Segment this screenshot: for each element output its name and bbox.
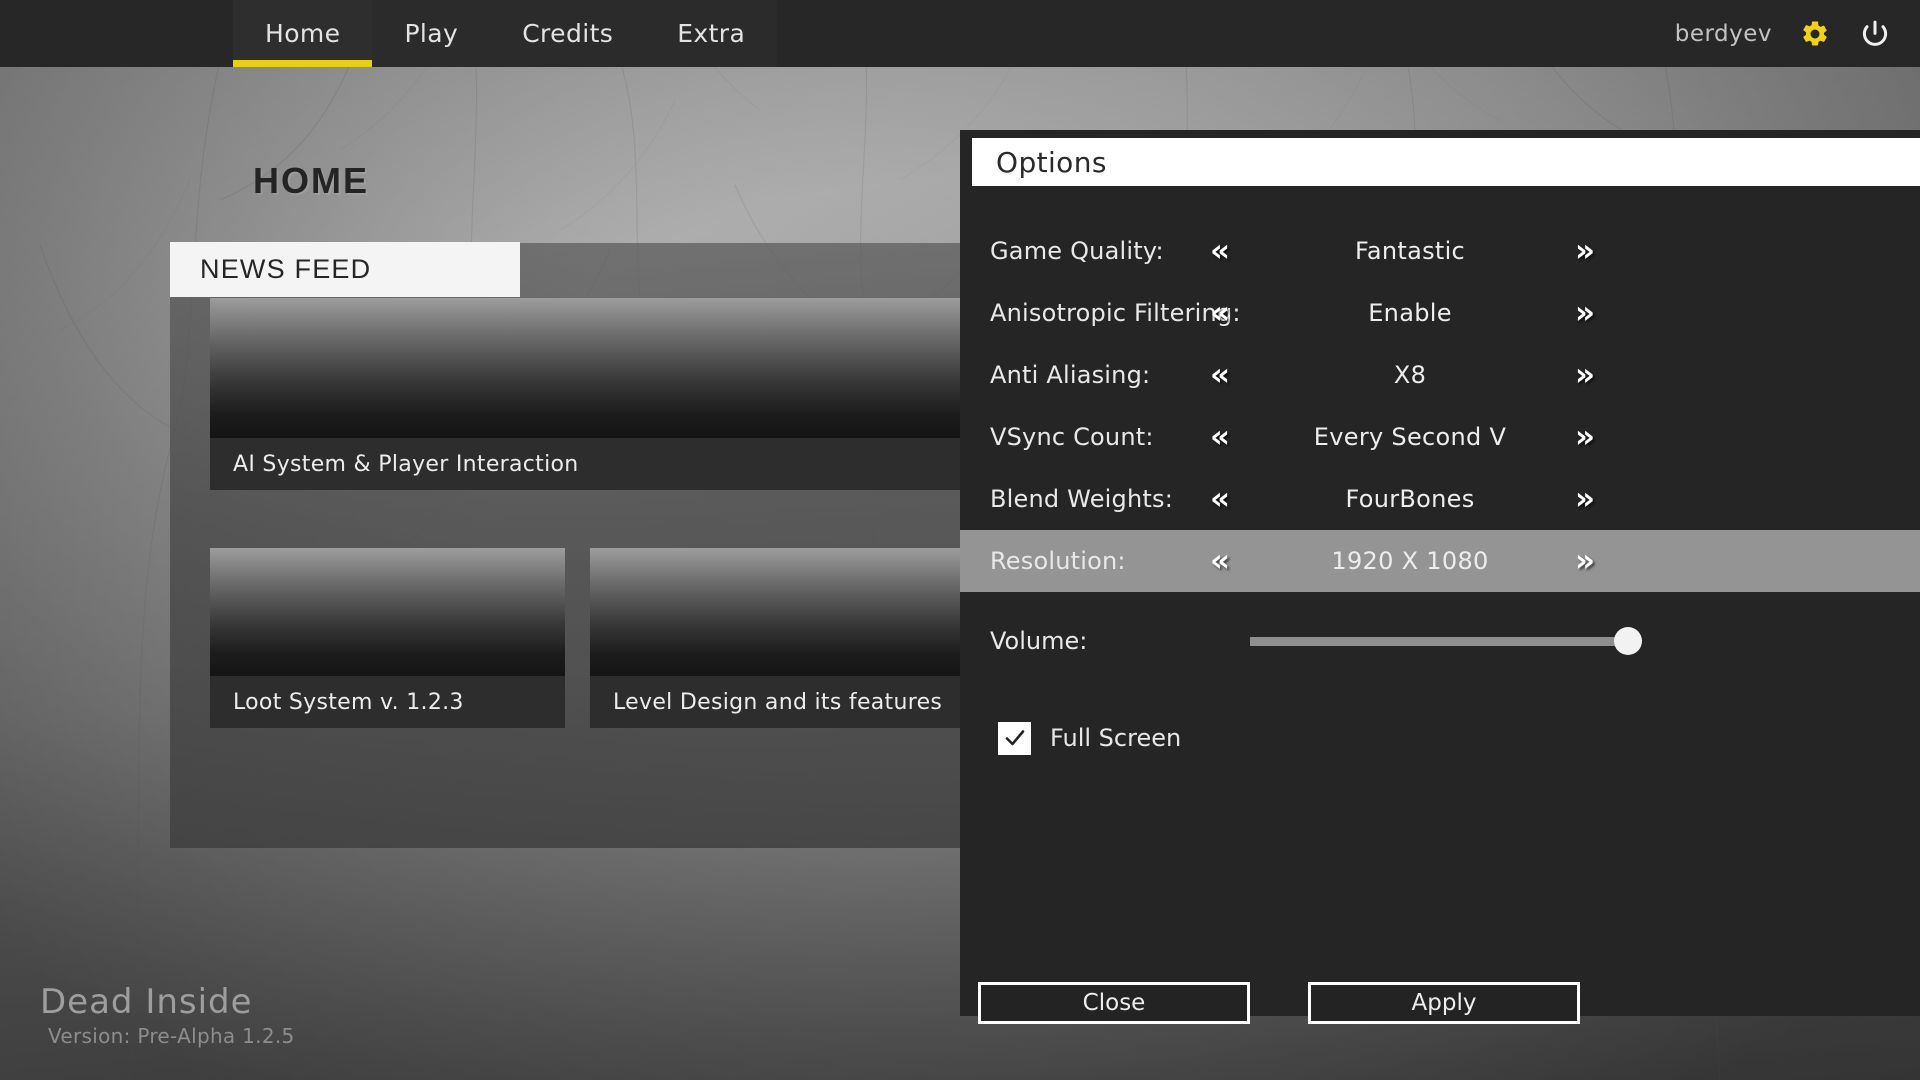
volume-label: Volume: — [990, 627, 1088, 655]
news-card-featured[interactable]: AI System & Player Interaction — [210, 298, 970, 490]
news-thumbnail — [210, 548, 565, 676]
chevron-right-icon[interactable]: » — [1575, 297, 1595, 329]
option-value: X8 — [1393, 361, 1427, 389]
volume-row: Volume: — [960, 610, 1920, 672]
topbar-user-controls: berdyev — [1675, 0, 1892, 67]
option-label: Blend Weights: — [990, 485, 1173, 513]
options-rows-container: Game Quality: «Fantastic» Anisotropic Filt… — [960, 220, 1920, 758]
chevron-right-icon[interactable]: » — [1575, 545, 1595, 577]
chevron-left-icon[interactable]: « — [1210, 297, 1230, 329]
news-thumbnail — [590, 548, 970, 676]
nav-tab-credits[interactable]: Credits — [490, 0, 645, 67]
volume-slider-handle[interactable] — [1614, 627, 1642, 655]
game-branding: Dead Inside Version: Pre-Alpha 1.2.5 — [40, 982, 295, 1048]
nav-tab-play[interactable]: Play — [372, 0, 490, 67]
apply-button-label: Apply — [1411, 990, 1477, 1016]
option-row-anisotropic-filtering[interactable]: Anisotropic Filtering: « Enable » — [960, 282, 1920, 344]
option-label: Game Quality: — [990, 237, 1164, 265]
game-title: Dead Inside — [40, 982, 253, 1022]
fullscreen-label: Full Screen — [1050, 724, 1182, 752]
option-value: Every Second V — [1313, 423, 1507, 451]
chevron-left-icon[interactable]: « — [1210, 421, 1230, 453]
chevron-right-icon[interactable]: » — [1575, 483, 1595, 515]
option-label: Resolution: — [990, 547, 1126, 575]
option-value: 1920 X 1080 — [1331, 547, 1489, 575]
close-button[interactable]: Close — [978, 982, 1250, 1024]
gear-icon[interactable] — [1798, 17, 1832, 51]
option-row-vsync-count[interactable]: VSync Count: « Every Second V » — [960, 406, 1920, 468]
username-label: berdyev — [1674, 20, 1772, 47]
nav-tab-label: Credits — [522, 19, 614, 48]
option-label: Anisotropic Filtering: — [990, 299, 1241, 327]
fullscreen-row: Full Screen — [960, 718, 1920, 758]
option-row-resolution[interactable]: Resolution: « 1920 X 1080 » — [960, 530, 1920, 592]
options-title: Options — [996, 145, 1107, 179]
nav-tab-home[interactable]: Home — [233, 0, 373, 67]
option-row-anti-aliasing[interactable]: Anti Aliasing: « X8 » — [960, 344, 1920, 406]
options-dialog: Options Game Quality: «Fantastic» Anisotro… — [960, 130, 1920, 1024]
news-feed-panel: NEWS FEED AI System & Player Interaction… — [170, 242, 970, 848]
news-card-title: AI System & Player Interaction — [233, 451, 579, 477]
chevron-left-icon[interactable]: « — [1210, 545, 1230, 577]
option-label: Anti Aliasing: — [990, 361, 1151, 389]
option-row-game-quality[interactable]: Game Quality: « Fantastic » — [960, 220, 1920, 282]
nav-tabs-group: Home Play Credits Extra — [233, 0, 778, 67]
news-card-caption: AI System & Player Interaction — [210, 438, 970, 490]
nav-tab-label: Play — [404, 19, 459, 48]
chevron-right-icon[interactable]: » — [1575, 421, 1595, 453]
news-card-secondary-left[interactable]: Loot System v. 1.2.3 — [210, 548, 565, 728]
news-card-caption: Loot System v. 1.2.3 — [210, 676, 565, 728]
page-title: HOME — [253, 160, 369, 201]
check-icon — [1005, 730, 1024, 746]
news-card-secondary-right[interactable]: Level Design and its features — [590, 548, 970, 728]
apply-button[interactable]: Apply — [1308, 982, 1580, 1024]
nav-tab-label: Home — [265, 19, 341, 48]
nav-tab-extra[interactable]: Extra — [645, 0, 777, 67]
option-label: VSync Count: — [990, 423, 1154, 451]
volume-slider[interactable] — [1250, 627, 1642, 655]
chevron-right-icon[interactable]: » — [1575, 359, 1595, 391]
volume-slider-track — [1250, 637, 1628, 646]
chevron-left-icon[interactable]: « — [1210, 483, 1230, 515]
game-version: Version: Pre-Alpha 1.2.5 — [48, 1024, 295, 1048]
option-value: Enable — [1368, 299, 1452, 327]
news-feed-header-label: NEWS FEED — [200, 254, 372, 284]
option-value: FourBones — [1345, 485, 1475, 513]
close-button-label: Close — [1082, 990, 1146, 1016]
news-card-title: Loot System v. 1.2.3 — [233, 689, 464, 715]
chevron-left-icon[interactable]: « — [1210, 235, 1230, 267]
chevron-right-icon[interactable]: » — [1575, 235, 1595, 267]
fullscreen-checkbox[interactable] — [998, 721, 1031, 755]
chevron-left-icon[interactable]: « — [1210, 359, 1230, 391]
news-thumbnail — [210, 298, 970, 438]
power-icon[interactable] — [1858, 17, 1892, 51]
option-value: Fantastic — [1354, 237, 1466, 265]
option-row-blend-weights[interactable]: Blend Weights: « FourBones » — [960, 468, 1920, 530]
options-title-bar: Options — [972, 138, 1920, 186]
nav-tab-label: Extra — [677, 19, 746, 48]
game-main-menu-screen: Home Play Credits Extra berdyev HOME NEWS F… — [0, 0, 1920, 1080]
top-navigation-bar: Home Play Credits Extra berdyev — [0, 0, 1920, 67]
news-card-caption: Level Design and its features — [590, 676, 970, 728]
news-card-title: Level Design and its features — [613, 689, 943, 715]
news-feed-header: NEWS FEED — [170, 242, 520, 297]
